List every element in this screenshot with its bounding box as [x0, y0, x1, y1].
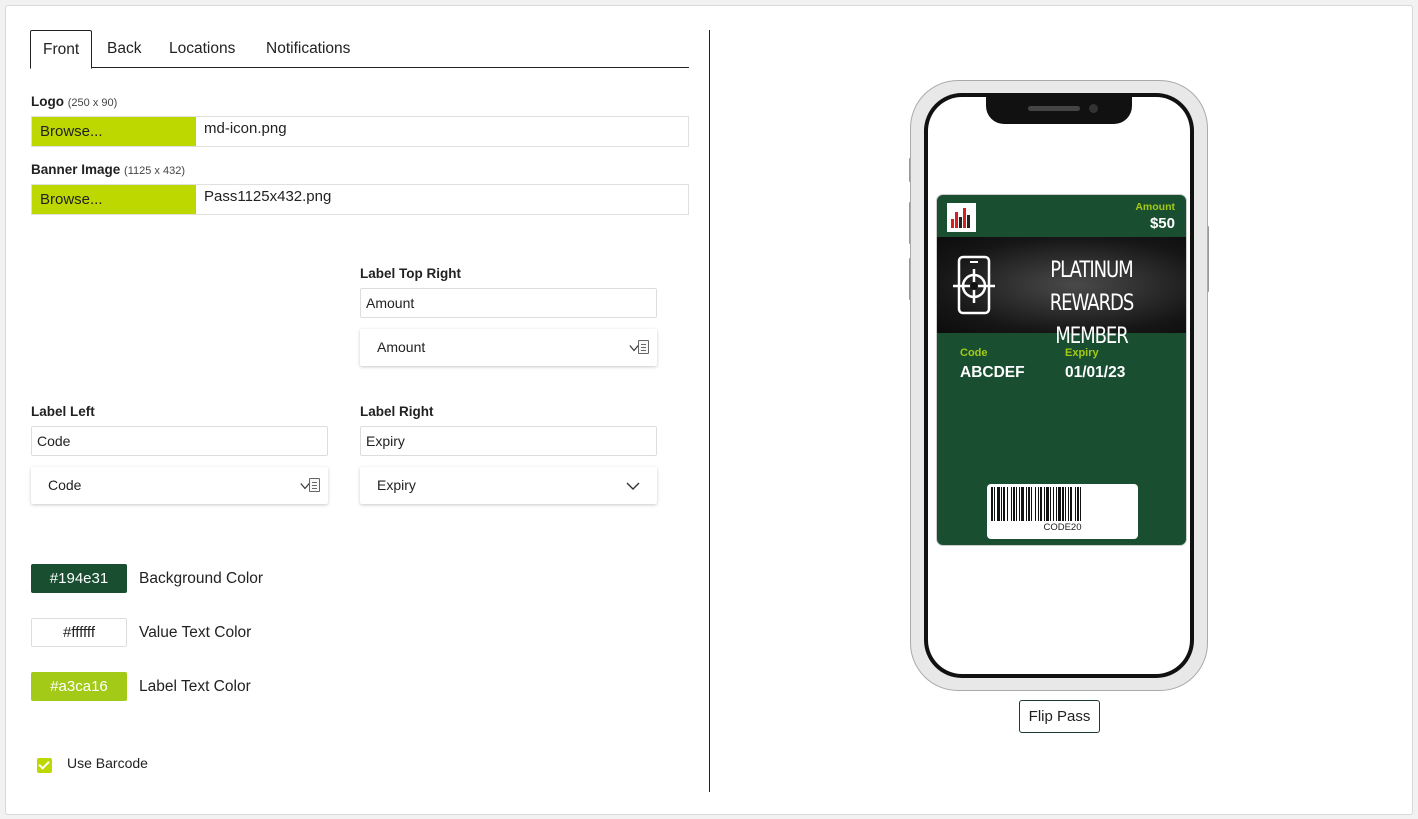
- pass-logo: [947, 203, 976, 232]
- logo-label: Logo (250 x 90): [31, 94, 117, 109]
- value-text-color-label: Value Text Color: [139, 624, 252, 641]
- label-top-right-input[interactable]: Amount: [360, 288, 657, 318]
- tab-locations[interactable]: Locations: [169, 30, 235, 68]
- use-barcode-checkbox[interactable]: [37, 758, 52, 773]
- label-left-select-value: Code: [48, 477, 82, 493]
- banner-filename: Pass1125x432.png: [204, 188, 332, 205]
- contact-card-icon: [638, 340, 649, 354]
- phone-preview: Amount $50 PLATINUM REWARDS MEMBER Code …: [909, 80, 1209, 691]
- flip-pass-button[interactable]: Flip Pass: [1019, 700, 1100, 733]
- phone-bezel: Amount $50 PLATINUM REWARDS MEMBER Code …: [924, 93, 1194, 678]
- label-top-right-select[interactable]: Amount: [360, 329, 657, 366]
- banner-label: Banner Image (1125 x 432): [31, 162, 185, 177]
- pass-barcode-text: CODE20: [1043, 522, 1082, 533]
- editor-panel: Front Back Locations Notifications Logo …: [5, 5, 1413, 815]
- label-text-color-swatch[interactable]: #a3ca16: [31, 672, 127, 701]
- pass-amount-value: $50: [1149, 215, 1175, 232]
- logo-label-text: Logo: [31, 94, 64, 109]
- value-text-color-swatch[interactable]: #ffffff: [31, 618, 127, 647]
- logo-filename: md-icon.png: [204, 120, 287, 137]
- tab-back[interactable]: Back: [107, 30, 141, 68]
- logo-dims: (250 x 90): [67, 97, 118, 109]
- label-top-right-select-value: Amount: [377, 339, 426, 355]
- tab-front[interactable]: Front: [30, 30, 93, 69]
- pass-expiry-label: Expiry: [1065, 347, 1099, 359]
- banner-file-input: Browse... Pass1125x432.png: [31, 184, 689, 215]
- pass-code-label: Code: [960, 347, 988, 359]
- label-right-heading: Label Right: [360, 404, 434, 419]
- chevron-down-icon: [626, 482, 640, 490]
- logo-browse-button[interactable]: Browse...: [32, 117, 196, 146]
- label-right-select[interactable]: Expiry: [360, 467, 657, 504]
- label-right-select-value: Expiry: [377, 477, 416, 493]
- background-color-label: Background Color: [139, 570, 264, 587]
- phone-target-icon: [953, 255, 995, 315]
- label-right-input[interactable]: Expiry: [360, 426, 657, 456]
- tab-notifications[interactable]: Notifications: [266, 30, 350, 68]
- phone-camera: [1089, 104, 1098, 113]
- logo-file-input: Browse... md-icon.png: [31, 116, 689, 147]
- label-top-right-heading: Label Top Right: [360, 266, 461, 281]
- pass-code-value: ABCDEF: [960, 364, 1025, 381]
- pass-expiry-value: 01/01/23: [1065, 364, 1126, 381]
- phone-notch: [986, 97, 1132, 124]
- label-left-heading: Label Left: [31, 404, 95, 419]
- panel-divider: [709, 30, 710, 792]
- pass-barcode: CODE20: [987, 484, 1138, 539]
- pass-banner-image: PLATINUM REWARDS MEMBER: [937, 237, 1186, 349]
- pass-header: Amount $50: [937, 195, 1186, 237]
- barcode-graphic: [991, 487, 1081, 521]
- label-left-input[interactable]: Code: [31, 426, 328, 456]
- pass-banner-title: PLATINUM REWARDS MEMBER: [1024, 254, 1159, 353]
- contact-card-icon: [309, 478, 320, 492]
- tab-bar: Front Back Locations Notifications: [30, 30, 689, 69]
- banner-dims: (1125 x 432): [124, 165, 185, 177]
- banner-browse-button[interactable]: Browse...: [32, 185, 196, 214]
- label-text-color-label: Label Text Color: [139, 678, 251, 695]
- phone-speaker: [1028, 106, 1080, 111]
- pass-card: Amount $50 PLATINUM REWARDS MEMBER Code …: [936, 194, 1187, 546]
- pass-amount-label: Amount: [1135, 201, 1175, 213]
- use-barcode-label: Use Barcode: [67, 755, 148, 771]
- pass-banner-title-line-1: PLATINUM REWARDS: [1049, 258, 1135, 316]
- label-left-select[interactable]: Code: [31, 467, 328, 504]
- phone-screen: Amount $50 PLATINUM REWARDS MEMBER Code …: [928, 97, 1190, 674]
- banner-label-text: Banner Image: [31, 162, 121, 177]
- background-color-swatch[interactable]: #194e31: [31, 564, 127, 593]
